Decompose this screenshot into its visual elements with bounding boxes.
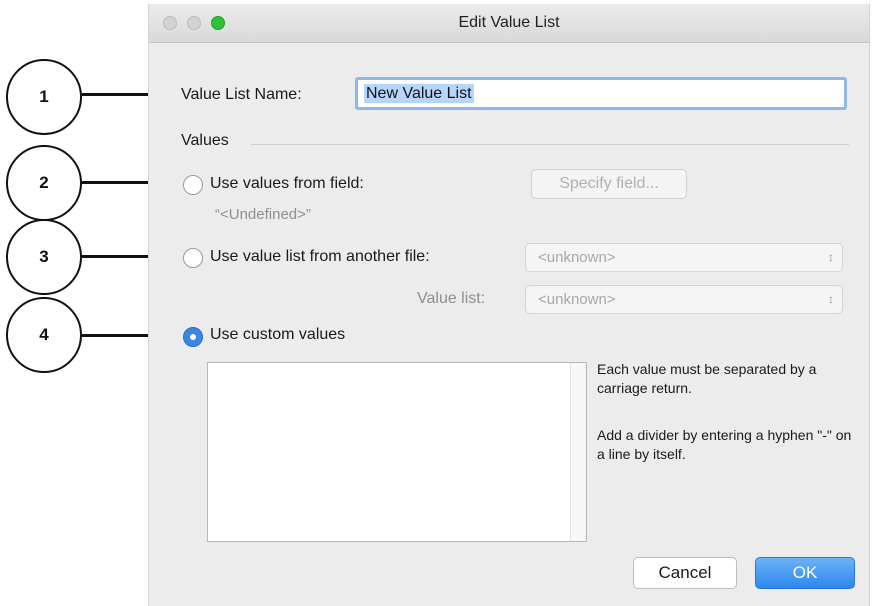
chevron-updown-icon: ↕	[828, 292, 834, 306]
callout-4: 4	[6, 297, 82, 373]
custom-values-textarea[interactable]	[207, 362, 587, 542]
callout-3: 3	[6, 219, 82, 295]
use-values-from-field-radio[interactable]	[183, 175, 203, 195]
values-heading: Values	[181, 132, 229, 149]
window-title: Edit Value List	[458, 14, 560, 31]
title-bar[interactable]: Edit Value List	[149, 4, 869, 43]
edit-value-list-dialog: Edit Value List Value List Name: New Val…	[148, 4, 870, 606]
callout-1: 1	[6, 59, 82, 135]
use-custom-values-label[interactable]: Use custom values	[210, 326, 345, 344]
callout-number: 4	[39, 325, 49, 344]
value-list-name-input[interactable]: New Value List	[355, 77, 847, 110]
value-list-select-value: <unknown>	[538, 291, 616, 308]
use-value-list-from-file-label[interactable]: Use value list from another file:	[210, 248, 430, 266]
callout-number: 3	[39, 247, 49, 266]
ok-button[interactable]: OK	[755, 557, 855, 589]
value-list-label: Value list:	[417, 290, 486, 307]
chevron-updown-icon: ↕	[828, 250, 834, 264]
specify-field-button[interactable]: Specify field...	[531, 169, 687, 199]
field-value-text: “<Undefined>”	[215, 206, 311, 223]
values-divider	[251, 144, 849, 145]
use-custom-values-radio[interactable]	[183, 327, 203, 347]
help-text-divider: Add a divider by entering a hyphen "-" o…	[597, 427, 852, 462]
cancel-button[interactable]: Cancel	[633, 557, 737, 589]
value-list-name-text: New Value List	[364, 84, 474, 103]
value-list-select[interactable]: <unknown> ↕	[525, 285, 843, 314]
callout-2: 2	[6, 145, 82, 221]
file-select-value: <unknown>	[538, 249, 616, 266]
use-value-list-from-file-radio[interactable]	[183, 248, 203, 268]
file-select[interactable]: <unknown> ↕	[525, 243, 843, 272]
help-text-separator: Each value must be separated by a carria…	[597, 361, 817, 396]
value-list-name-label: Value List Name:	[181, 86, 302, 103]
callout-number: 1	[39, 87, 49, 106]
textarea-scrollbar[interactable]	[570, 363, 586, 541]
use-values-from-field-label[interactable]: Use values from field:	[210, 175, 364, 193]
callout-number: 2	[39, 173, 49, 192]
